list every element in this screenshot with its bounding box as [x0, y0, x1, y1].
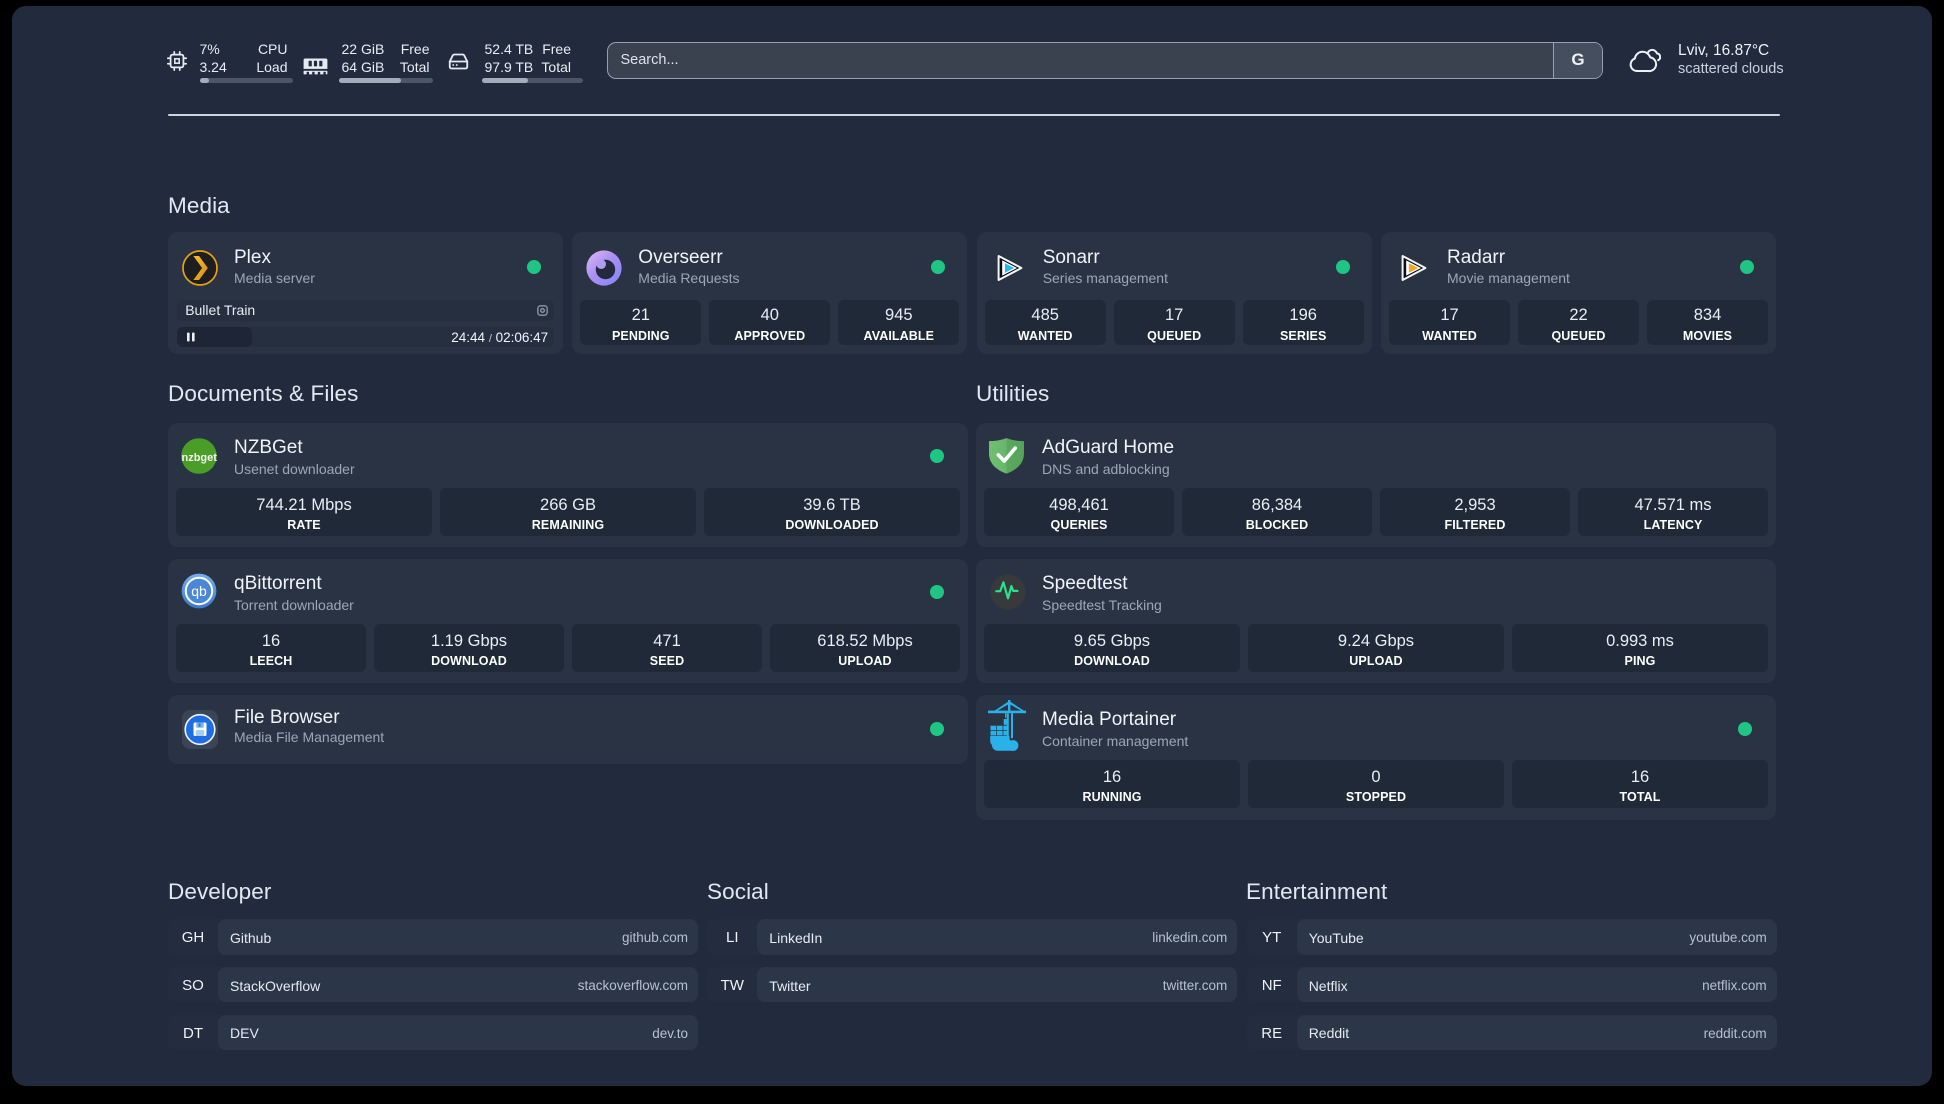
svg-text:nzbget: nzbget	[181, 452, 217, 464]
svg-text:qb: qb	[191, 583, 207, 599]
